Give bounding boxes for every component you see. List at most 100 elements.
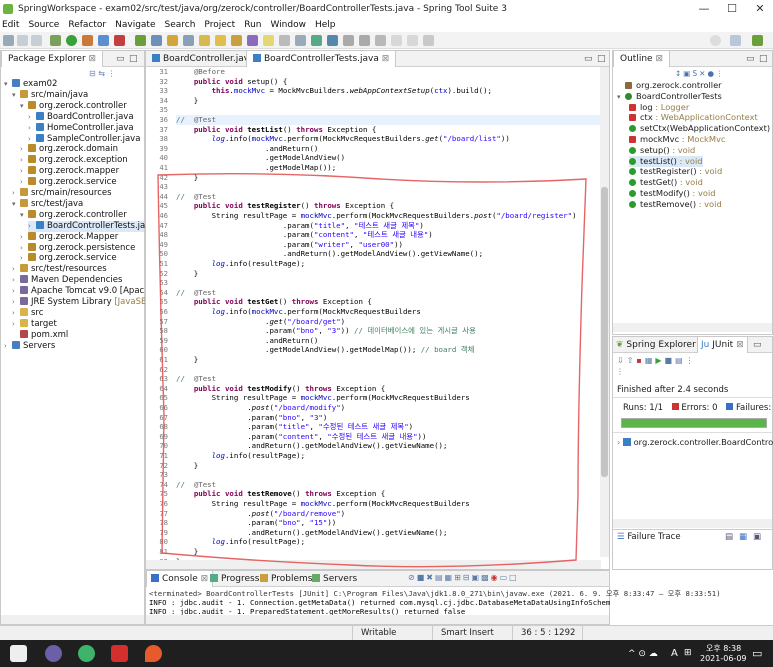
outline-item[interactable]: testList() : void — [629, 155, 703, 167]
chevron-right-icon[interactable]: › — [12, 275, 20, 286]
code-line[interactable]: log.info(resultPage); — [176, 259, 305, 269]
tree-item[interactable]: › JRE System Library [JavaSE-1.8] — [12, 297, 166, 308]
code-line[interactable]: .andReturn() — [176, 336, 318, 346]
input-language[interactable]: A — [671, 648, 678, 659]
minimize-button[interactable]: — — [690, 0, 718, 17]
code-line[interactable]: .param("bno", "3") — [176, 413, 327, 423]
close-icon[interactable]: ⊠ — [736, 340, 744, 350]
external-tools-icon[interactable] — [82, 35, 93, 46]
filter-stack-icon[interactable]: ▤ — [725, 530, 733, 544]
code-line[interactable]: } — [176, 355, 198, 365]
close-icon[interactable]: ⊠ — [89, 54, 97, 64]
search-toolbar-icon[interactable] — [183, 35, 194, 46]
outline-item[interactable]: log : Logger — [629, 102, 689, 113]
previous-annotation-icon[interactable] — [359, 35, 370, 46]
rerun-icon[interactable]: ▶ — [655, 356, 664, 365]
menu-search[interactable]: Search — [165, 20, 196, 30]
tab-outline[interactable]: Outline ⊠ — [613, 51, 670, 67]
outline-item[interactable]: testModify() : void — [629, 188, 716, 199]
code-line[interactable]: String resultPage = mockMvc.perform(Mock… — [176, 211, 577, 221]
spring-boot-dashboard-icon[interactable]: ◉ — [491, 573, 500, 582]
chevron-down-icon[interactable]: ▾ — [20, 210, 28, 221]
maximize-view-icon[interactable]: □ — [129, 51, 138, 67]
outline-item[interactable]: testRemove() : void — [629, 199, 722, 210]
console-horizontal-scrollbar[interactable] — [146, 615, 609, 624]
chevron-right-icon[interactable]: › — [12, 286, 20, 297]
code-line[interactable]: .andReturn() — [176, 144, 318, 154]
display-selected-console-icon[interactable]: ▣ — [472, 573, 482, 582]
chevron-down-icon[interactable]: ▾ — [12, 90, 20, 101]
code-line[interactable]: } — [176, 269, 198, 279]
outline-item[interactable]: mockMvc : MockMvc — [629, 134, 725, 145]
acrobat-taskbar-icon[interactable] — [111, 645, 128, 662]
open-type-icon[interactable] — [151, 35, 162, 46]
scroll-lock-icon[interactable]: ▦ — [645, 356, 656, 365]
chevron-down-icon[interactable]: ▾ — [617, 92, 625, 103]
new-java-package-icon[interactable] — [98, 35, 109, 46]
terminal-icon[interactable] — [327, 35, 338, 46]
chevron-right-icon[interactable]: › — [20, 253, 28, 264]
tree-item[interactable]: ▾ org.zerock.controller — [20, 209, 127, 221]
last-edit-icon[interactable] — [375, 35, 386, 46]
tree-item[interactable]: › org.zerock.service — [20, 177, 117, 188]
outline-item[interactable]: setup() : void — [629, 145, 695, 156]
web-browser-icon[interactable] — [311, 35, 322, 46]
chevron-right-icon[interactable]: › — [12, 308, 20, 319]
minimize-view-icon[interactable]: ▭ — [500, 573, 510, 582]
eclipse-taskbar-icon[interactable] — [45, 645, 62, 662]
chevron-right-icon[interactable]: › — [12, 264, 20, 275]
code-line[interactable]: .getModelAndView().getModelMap()); // bo… — [176, 345, 474, 355]
highlight-icon[interactable] — [263, 35, 274, 46]
terminate-icon[interactable]: ■ — [417, 573, 427, 582]
tree-item[interactable]: › org.zerock.exception — [20, 155, 128, 166]
forward-icon[interactable] — [407, 35, 418, 46]
maximize-view-icon[interactable]: □ — [509, 573, 519, 582]
minimize-editor-icon[interactable]: ▭ — [584, 51, 593, 67]
code-line[interactable]: } — [176, 173, 198, 183]
clear-console-icon[interactable]: ▤ — [435, 573, 445, 582]
chevron-right-icon[interactable]: › — [28, 123, 36, 134]
menu-edit[interactable]: Edit — [2, 20, 19, 30]
code-line[interactable]: public void testRemove() throws Exceptio… — [176, 489, 385, 499]
code-line[interactable]: public void testGet() throws Exception { — [176, 297, 372, 307]
code-line[interactable]: .param("title", "테스트 새글 제목") — [176, 221, 424, 231]
editor-scroll-thumb[interactable] — [601, 187, 608, 477]
save-all-icon[interactable] — [31, 35, 42, 46]
view-menu-icon[interactable]: ⋮ — [686, 356, 697, 365]
tab-progress[interactable]: Progress — [206, 571, 263, 587]
code-line[interactable]: // @Test — [176, 192, 216, 202]
link-editor-icon[interactable]: ⇆ — [98, 69, 105, 78]
tree-item[interactable]: › HomeController.java — [28, 122, 134, 134]
chevron-right-icon[interactable]: › — [4, 341, 12, 352]
chevron-right-icon[interactable]: › — [12, 319, 20, 330]
mark-icon[interactable] — [231, 35, 242, 46]
tree-item[interactable]: › src/test/resources — [12, 264, 107, 275]
menu-navigate[interactable]: Navigate — [115, 20, 155, 30]
tree-item[interactable]: › target — [12, 318, 57, 330]
outline-item[interactable]: ctx : WebApplicationContext — [629, 112, 758, 123]
chevron-right-icon[interactable]: › — [20, 155, 28, 166]
outline-item[interactable]: testRegister() : void — [629, 166, 722, 177]
code-line[interactable]: log.info(mockMvc.perform(MockMvcRequestB… — [176, 307, 421, 317]
quick-access-search-icon[interactable] — [710, 35, 721, 46]
tree-item[interactable]: ▾ src/test/java — [12, 198, 83, 210]
tree-item[interactable]: › BoardControllerTests.java — [28, 220, 155, 232]
sts-taskbar-icon[interactable] — [78, 645, 95, 662]
save-icon[interactable] — [17, 35, 28, 46]
editor-tab[interactable]: BoardController.java — [146, 51, 261, 67]
junit-horizontal-scrollbar[interactable] — [613, 519, 772, 528]
maximize-editor-icon[interactable]: □ — [597, 51, 606, 67]
next-annotation-icon[interactable] — [343, 35, 354, 46]
toggle-block-icon[interactable] — [247, 35, 258, 46]
code-line[interactable]: .andReturn().getModelAndView().getViewNa… — [176, 528, 447, 538]
remove-all-icon[interactable]: ✖ — [426, 573, 435, 582]
java-ee-perspective-icon[interactable] — [730, 35, 741, 46]
test-result-item[interactable]: › org.zerock.controller.BoardControllerT… — [617, 437, 773, 447]
close-icon[interactable]: ⊠ — [655, 54, 663, 64]
chevron-right-icon[interactable]: › — [28, 221, 36, 232]
code-line[interactable]: .getModelMap()); — [176, 163, 336, 173]
open-console-icon[interactable]: ▩ — [481, 573, 491, 582]
stop-icon[interactable]: ■ — [665, 356, 676, 365]
chevron-right-icon[interactable]: › — [12, 297, 20, 308]
code-line[interactable]: .post("/board/modify") — [176, 403, 345, 413]
